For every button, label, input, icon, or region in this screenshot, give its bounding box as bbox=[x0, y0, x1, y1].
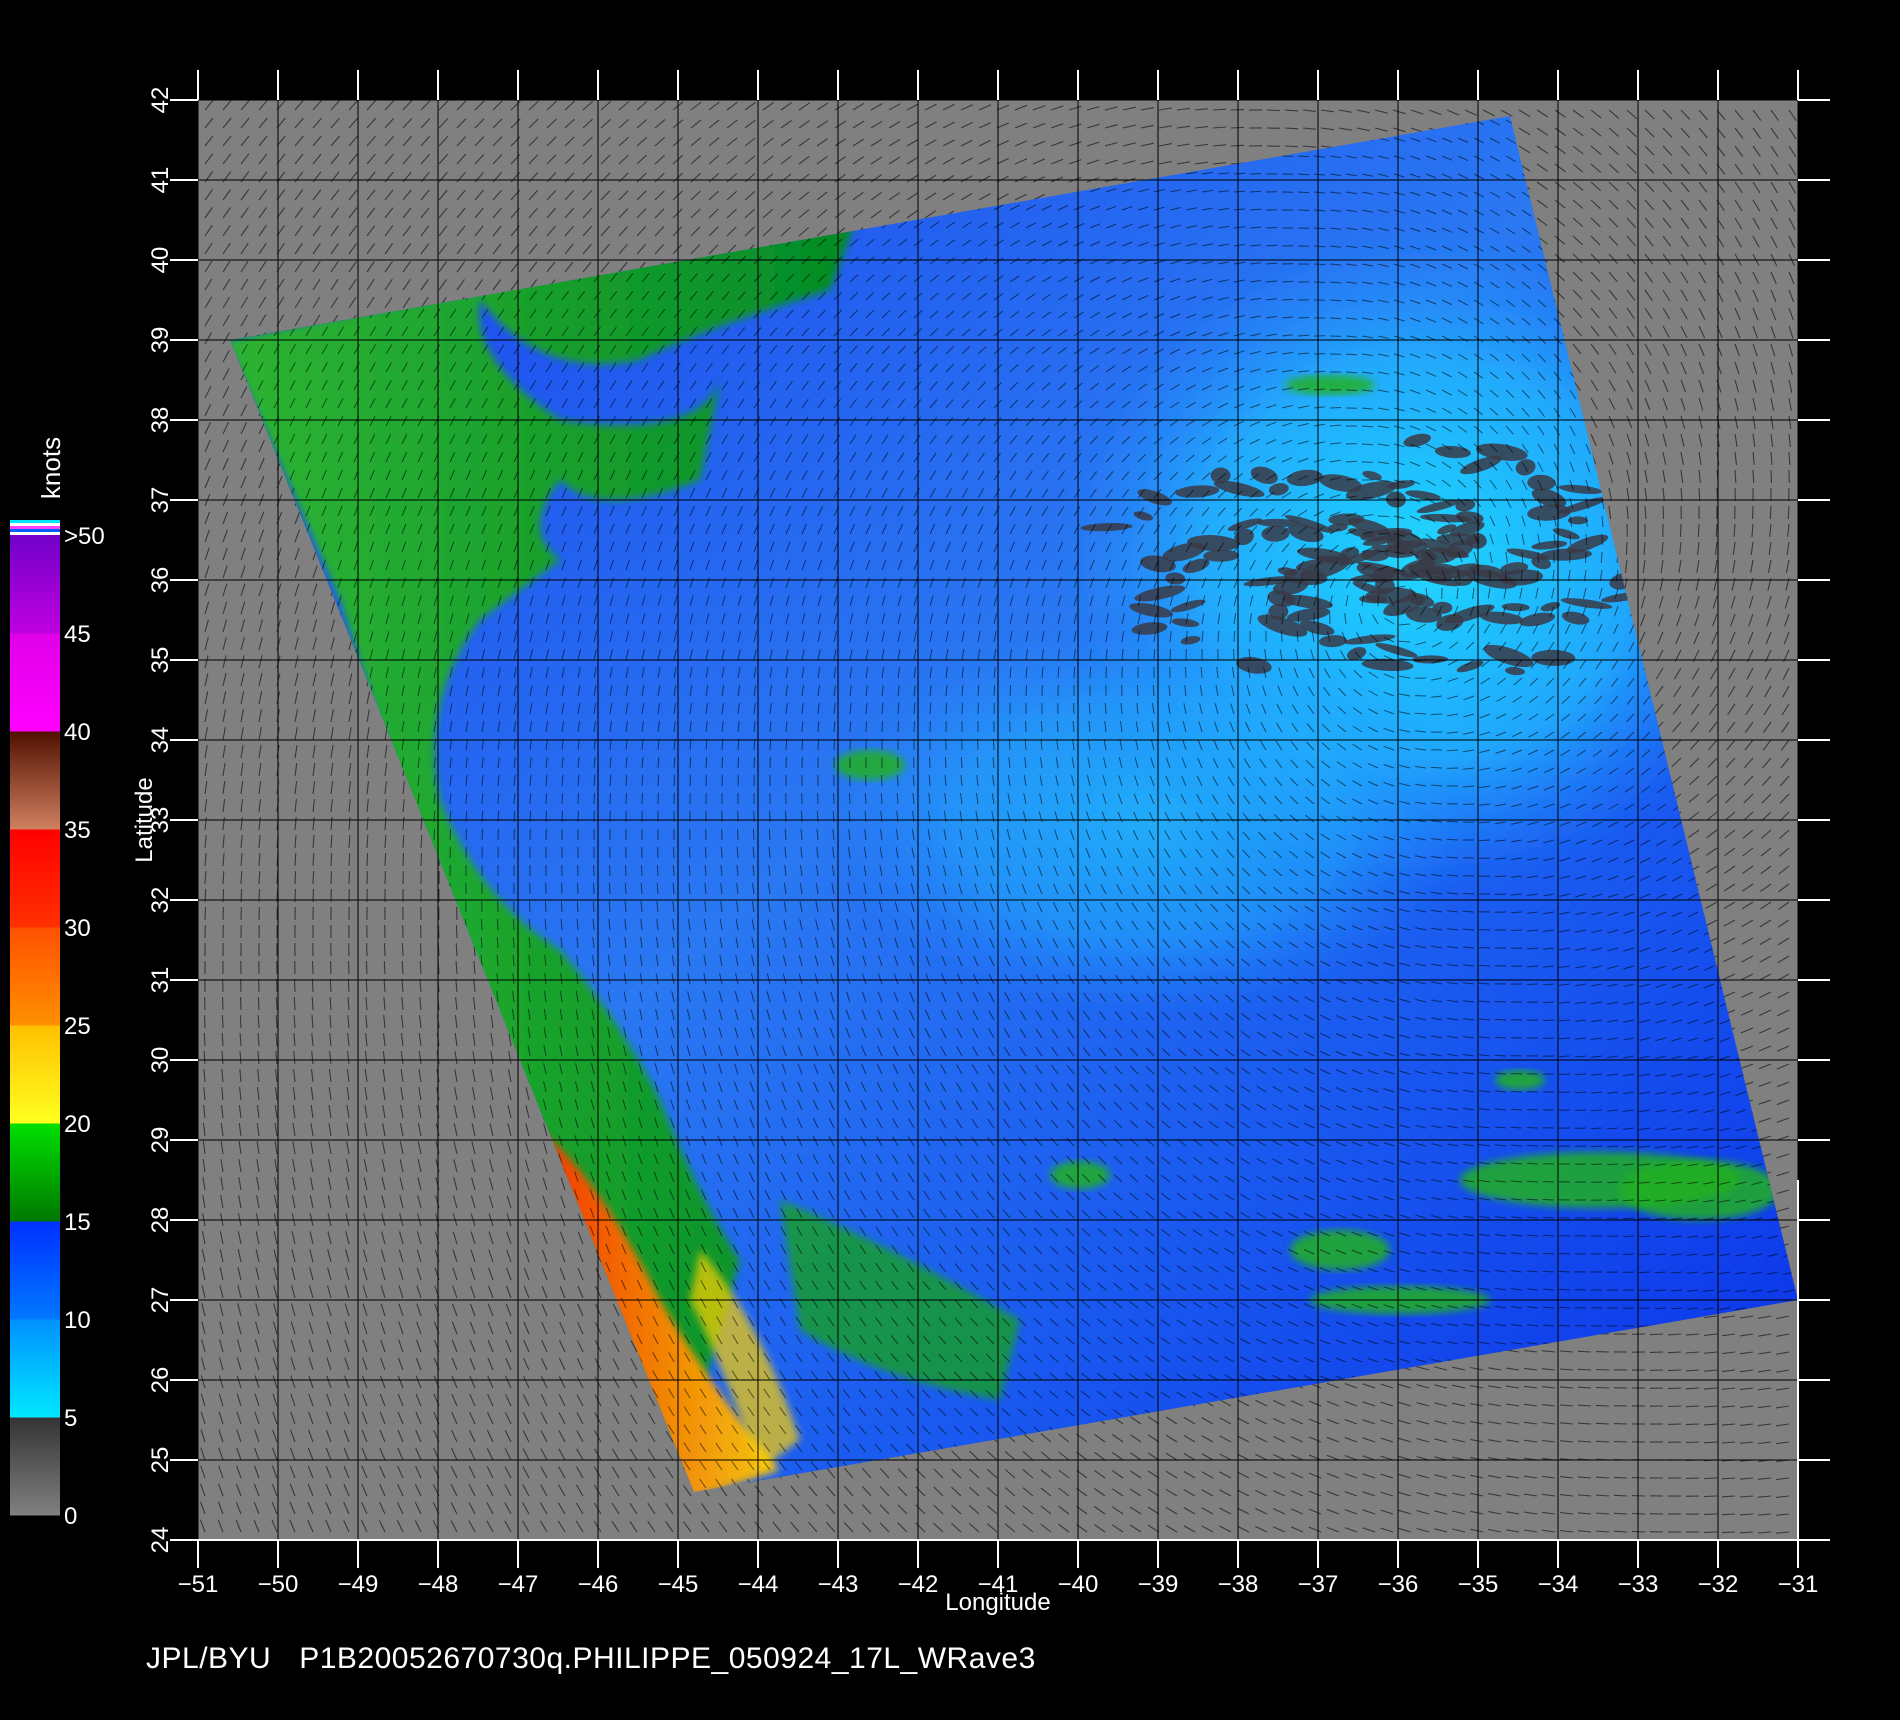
lat-tick-label: 37 bbox=[147, 487, 174, 514]
colorbar-unit-label: knots bbox=[36, 437, 66, 499]
lon-tick-label: −43 bbox=[818, 1571, 859, 1598]
colorbar-tick-label: 25 bbox=[64, 1013, 91, 1040]
colorbar-segment bbox=[10, 731, 60, 830]
lon-tick-label: −33 bbox=[1618, 1571, 1659, 1598]
colorbar-tick-label: 40 bbox=[64, 719, 91, 746]
lat-tick-label: 36 bbox=[147, 567, 174, 594]
x-axis-title: Longitude bbox=[945, 1589, 1050, 1616]
lon-tick-label: −44 bbox=[738, 1571, 779, 1598]
lon-tick-label: −40 bbox=[1058, 1571, 1099, 1598]
lon-tick-label: −50 bbox=[258, 1571, 299, 1598]
colorbar-segment bbox=[10, 1025, 60, 1124]
lat-tick-label: 40 bbox=[147, 247, 174, 274]
lon-tick-label: −35 bbox=[1458, 1571, 1499, 1598]
lon-tick-label: −37 bbox=[1298, 1571, 1339, 1598]
colorbar: 0 5 10 15 20 25 30 35 40 45 >50 bbox=[10, 520, 105, 1530]
footer-source: JPL/BYU bbox=[146, 1642, 272, 1675]
colorbar-segment bbox=[10, 1123, 60, 1222]
colorbar-segment bbox=[10, 1221, 60, 1320]
colorbar-tick-label: 0 bbox=[64, 1503, 77, 1530]
colorbar-segment bbox=[10, 633, 60, 732]
lon-tick-label: −45 bbox=[658, 1571, 699, 1598]
colorbar-tick-label: 30 bbox=[64, 915, 91, 942]
lon-tick-label: −31 bbox=[1778, 1571, 1819, 1598]
lat-tick-label: 29 bbox=[147, 1127, 174, 1154]
colorbar-cap-stripe bbox=[10, 526, 60, 529]
lat-tick-label: 38 bbox=[147, 407, 174, 434]
colorbar-segment bbox=[10, 927, 60, 1026]
lon-tick-label: −39 bbox=[1138, 1571, 1179, 1598]
lat-tick-label: 31 bbox=[147, 967, 174, 994]
lon-tick-label: −34 bbox=[1538, 1571, 1579, 1598]
wind-map-figure: −51 −50 −49 −48 −47 −46 −45 −44 −43 −42 −41 −40 −39−… bbox=[10, 70, 1830, 1616]
colorbar-cap-stripe bbox=[10, 523, 60, 526]
lat-tick-label: 26 bbox=[147, 1367, 174, 1394]
lat-tick-label: 30 bbox=[147, 1047, 174, 1074]
colorbar-segment bbox=[10, 535, 60, 634]
footer-caption: JPL/BYU P1B20052670730q.PHILIPPE_050924_1… bbox=[146, 1642, 1064, 1676]
colorbar-tick-label: >50 bbox=[64, 523, 105, 550]
lat-tick-label: 28 bbox=[147, 1207, 174, 1234]
lon-tick-label: −38 bbox=[1218, 1571, 1259, 1598]
lon-tick-label: −48 bbox=[418, 1571, 459, 1598]
colorbar-cap-stripe bbox=[10, 532, 60, 535]
y-axis-title: Latitude bbox=[131, 777, 158, 862]
colorbar-tick-label: 20 bbox=[64, 1111, 91, 1138]
colorbar-tick-label: 45 bbox=[64, 621, 91, 648]
footer-filename: P1B20052670730q.PHILIPPE_050924_17L_WRav… bbox=[299, 1642, 1036, 1675]
colorbar-cap-stripe bbox=[10, 520, 60, 523]
lat-tick-label: 32 bbox=[147, 887, 174, 914]
lat-tick-label: 41 bbox=[147, 167, 174, 194]
lat-tick-label: 35 bbox=[147, 647, 174, 674]
lon-tick-label: −36 bbox=[1378, 1571, 1419, 1598]
colorbar-segment bbox=[10, 1319, 60, 1418]
lat-tick-label: 34 bbox=[147, 727, 174, 754]
colorbar-tick-label: 5 bbox=[64, 1405, 77, 1432]
lat-tick-label: 24 bbox=[147, 1527, 174, 1554]
lon-tick-label: −42 bbox=[898, 1571, 939, 1598]
colorbar-cap-stripe bbox=[10, 529, 60, 532]
lon-tick-label: −51 bbox=[178, 1571, 219, 1598]
colorbar-segment bbox=[10, 829, 60, 928]
lat-tick-label: 42 bbox=[147, 87, 174, 114]
lon-tick-label: −47 bbox=[498, 1571, 539, 1598]
colorbar-tick-label: 10 bbox=[64, 1307, 91, 1334]
lon-tick-label: −32 bbox=[1698, 1571, 1739, 1598]
colorbar-segment bbox=[10, 1417, 60, 1516]
colorbar-tick-label: 35 bbox=[64, 817, 91, 844]
lat-tick-label: 27 bbox=[147, 1287, 174, 1314]
lat-tick-label: 39 bbox=[147, 327, 174, 354]
lon-tick-label: −46 bbox=[578, 1571, 619, 1598]
colorbar-tick-label: 15 bbox=[64, 1209, 91, 1236]
lat-lon-grid bbox=[198, 100, 1798, 1540]
lon-tick-label: −49 bbox=[338, 1571, 379, 1598]
lat-tick-label: 25 bbox=[147, 1447, 174, 1474]
